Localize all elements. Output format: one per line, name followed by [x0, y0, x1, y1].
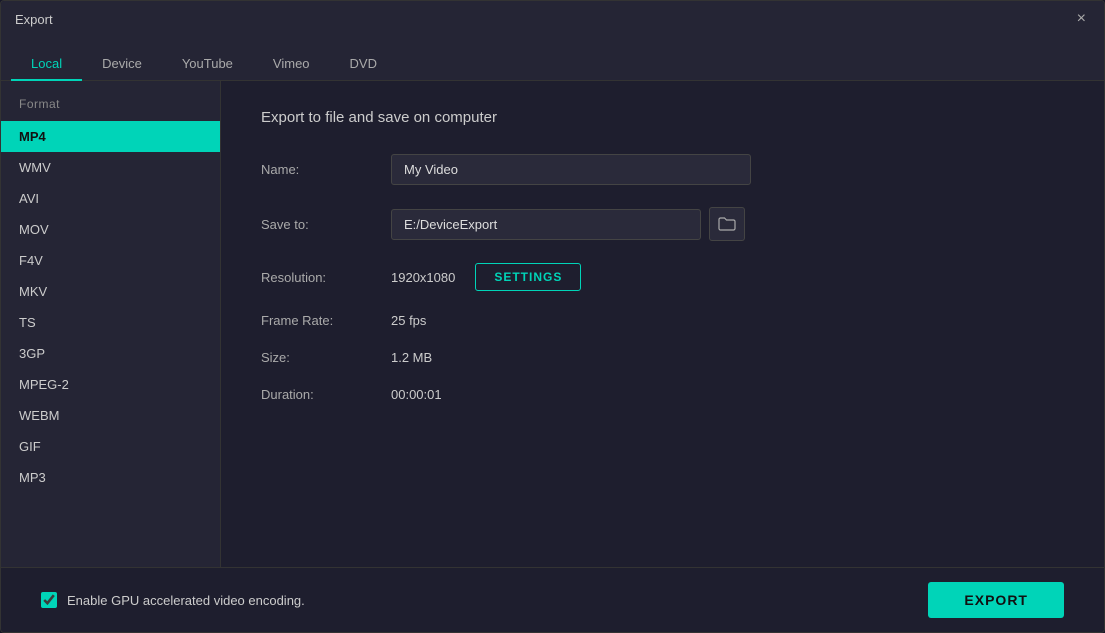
format-ts[interactable]: TS	[1, 307, 220, 338]
gpu-label: Enable GPU accelerated video encoding.	[67, 593, 305, 608]
export-window: Export × Local Device YouTube Vimeo DVD …	[0, 0, 1105, 633]
name-row: Name:	[261, 154, 1064, 185]
format-wmv[interactable]: WMV	[1, 152, 220, 183]
save-to-row: Save to:	[261, 207, 1064, 241]
sidebar: Format MP4 WMV AVI MOV F4V MKV TS 3GP MP…	[1, 81, 221, 567]
size-row: Size: 1.2 MB	[261, 350, 1064, 365]
save-to-input-group	[391, 207, 745, 241]
format-avi[interactable]: AVI	[1, 183, 220, 214]
main-area: Format MP4 WMV AVI MOV F4V MKV TS 3GP MP…	[1, 81, 1104, 567]
tab-device[interactable]: Device	[82, 48, 162, 81]
export-subtitle: Export to file and save on computer	[261, 109, 1064, 126]
name-label: Name:	[261, 162, 391, 177]
resolution-label: Resolution:	[261, 270, 391, 285]
tab-dvd[interactable]: DVD	[330, 48, 397, 81]
export-button[interactable]: EXPORT	[928, 582, 1064, 618]
duration-label: Duration:	[261, 387, 391, 402]
tab-vimeo[interactable]: Vimeo	[253, 48, 330, 81]
size-value: 1.2 MB	[391, 350, 432, 365]
size-label: Size:	[261, 350, 391, 365]
name-input[interactable]	[391, 154, 751, 185]
settings-button[interactable]: SETTINGS	[475, 263, 581, 291]
tab-youtube[interactable]: YouTube	[162, 48, 253, 81]
format-mov[interactable]: MOV	[1, 214, 220, 245]
frame-rate-label: Frame Rate:	[261, 313, 391, 328]
resolution-row: Resolution: 1920x1080 SETTINGS	[261, 263, 1064, 291]
bottom-bar: Enable GPU accelerated video encoding. E…	[1, 567, 1104, 632]
tabs-bar: Local Device YouTube Vimeo DVD	[1, 37, 1104, 81]
format-3gp[interactable]: 3GP	[1, 338, 220, 369]
save-to-label: Save to:	[261, 217, 391, 232]
format-f4v[interactable]: F4V	[1, 245, 220, 276]
title-bar: Export ×	[1, 1, 1104, 37]
duration-row: Duration: 00:00:01	[261, 387, 1064, 402]
frame-rate-value: 25 fps	[391, 313, 426, 328]
format-mp3[interactable]: MP3	[1, 462, 220, 493]
resolution-value: 1920x1080	[391, 270, 455, 285]
close-button[interactable]: ×	[1073, 9, 1090, 29]
format-mkv[interactable]: MKV	[1, 276, 220, 307]
gpu-checkbox[interactable]	[41, 592, 57, 608]
window-title: Export	[15, 12, 53, 27]
frame-rate-row: Frame Rate: 25 fps	[261, 313, 1064, 328]
tab-local[interactable]: Local	[11, 48, 82, 81]
save-to-input[interactable]	[391, 209, 701, 240]
browse-folder-button[interactable]	[709, 207, 745, 241]
format-mpeg2[interactable]: MPEG-2	[1, 369, 220, 400]
content-area: Export to file and save on computer Name…	[221, 81, 1104, 567]
format-gif[interactable]: GIF	[1, 431, 220, 462]
gpu-checkbox-row: Enable GPU accelerated video encoding.	[41, 592, 305, 608]
folder-icon	[718, 217, 736, 231]
format-mp4[interactable]: MP4	[1, 121, 220, 152]
format-webm[interactable]: WEBM	[1, 400, 220, 431]
duration-value: 00:00:01	[391, 387, 442, 402]
resolution-group: 1920x1080 SETTINGS	[391, 263, 581, 291]
sidebar-format-header: Format	[1, 97, 220, 121]
